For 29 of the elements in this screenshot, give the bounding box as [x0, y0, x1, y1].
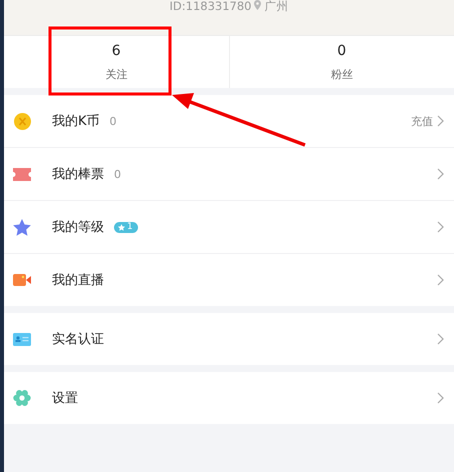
stat-count[interactable]: 0 — [337, 42, 346, 58]
menu-item[interactable]: 我的直播 — [52, 271, 104, 289]
coin-icon — [14, 112, 30, 130]
id-card-icon — [13, 332, 31, 346]
star-icon — [13, 218, 31, 236]
level-badge: 1 — [114, 222, 138, 232]
menu-item[interactable]: 我的等级 — [52, 218, 104, 236]
chevron-right-icon — [437, 274, 444, 286]
stat-count[interactable]: 6 — [112, 42, 121, 58]
menu-item[interactable]: 我的K币 — [52, 112, 100, 130]
chevron-right-icon — [437, 333, 444, 345]
chevron-right-icon — [437, 392, 444, 404]
item-count: 0 — [110, 114, 117, 128]
menu-item[interactable]: 我的棒票 — [52, 165, 104, 183]
stat-label[interactable]: 粉丝 — [330, 66, 353, 82]
item-count: 0 — [114, 168, 121, 180]
recharge-link[interactable]: 充值 — [411, 114, 433, 128]
menu-item[interactable]: 实名认证 — [52, 330, 104, 348]
menu-item[interactable]: 设置 — [52, 389, 78, 407]
chevron-right-icon — [437, 221, 444, 233]
chevron-right-icon — [437, 168, 444, 180]
chevron-right-icon — [437, 115, 444, 127]
stat-label[interactable]: 关注 — [105, 66, 128, 82]
star-icon — [118, 224, 125, 230]
settings-icon — [13, 389, 31, 407]
ticket-icon — [13, 168, 31, 180]
location: 广州 — [264, 0, 288, 12]
user-id: ID:118331780 — [170, 0, 252, 12]
video-camera-icon — [13, 274, 31, 286]
